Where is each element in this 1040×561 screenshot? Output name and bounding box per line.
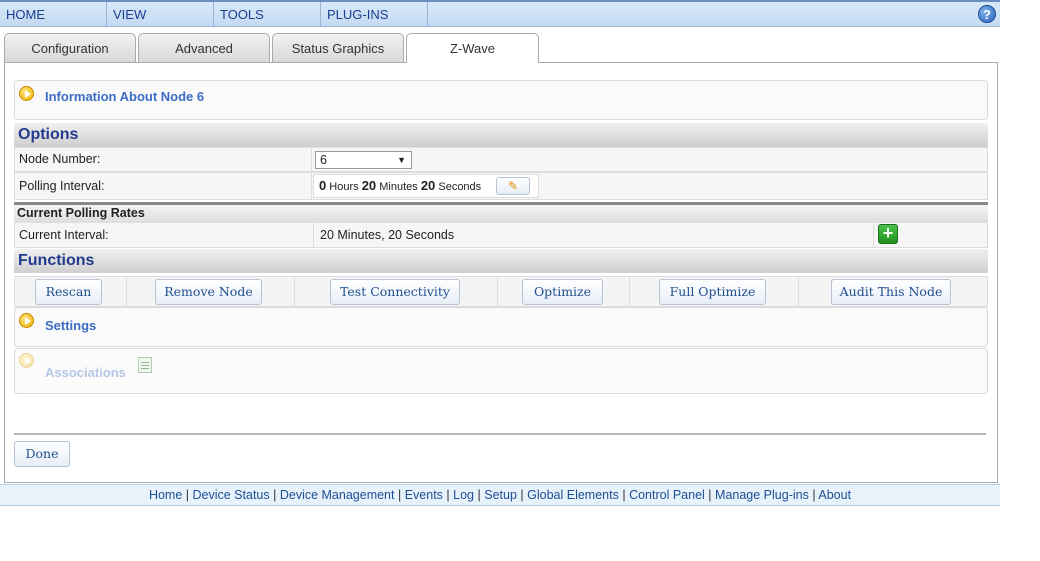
hours-unit: Hours bbox=[329, 181, 359, 193]
polling-interval-label: Polling Interval: bbox=[19, 179, 105, 193]
row-divider bbox=[311, 173, 312, 199]
node-number-label: Node Number: bbox=[19, 152, 101, 166]
current-polling-rates-heading: Current Polling Rates bbox=[14, 205, 988, 222]
tab-advanced[interactable]: Advanced bbox=[138, 33, 270, 62]
optimize-button[interactable]: Optimize bbox=[522, 279, 603, 305]
footer-separator: | bbox=[708, 488, 712, 502]
row-divider bbox=[313, 223, 314, 247]
minutes-value: 20 bbox=[361, 178, 377, 193]
current-interval-row: Current Interval: 20 Minutes, 20 Seconds… bbox=[14, 222, 988, 248]
functions-heading: Functions bbox=[14, 249, 988, 273]
notepad-icon bbox=[138, 357, 152, 373]
node-number-row: Node Number: 6 ▼ bbox=[14, 147, 988, 172]
footer-separator: | bbox=[397, 488, 402, 502]
expand-arrow-icon[interactable] bbox=[19, 86, 34, 101]
row-divider bbox=[126, 277, 127, 306]
footer-divider bbox=[14, 433, 986, 435]
hours-value: 0 bbox=[319, 178, 327, 193]
tab-z-wave[interactable]: Z-Wave bbox=[406, 33, 539, 63]
current-interval-label: Current Interval: bbox=[19, 228, 109, 242]
menu-tools[interactable]: TOOLS bbox=[214, 2, 321, 27]
tab-configuration[interactable]: Configuration bbox=[4, 33, 136, 62]
remove-node-button[interactable]: Remove Node bbox=[155, 279, 262, 305]
footer-link-global-elements[interactable]: Global Elements bbox=[527, 488, 619, 502]
options-heading: Options bbox=[14, 123, 988, 147]
node-number-select[interactable]: 6 ▼ bbox=[315, 151, 412, 169]
footer-separator: | bbox=[273, 488, 277, 502]
test-connectivity-button[interactable]: Test Connectivity bbox=[330, 279, 460, 305]
menu-view[interactable]: VIEW bbox=[107, 2, 214, 27]
dropdown-caret-icon: ▼ bbox=[397, 155, 406, 165]
help-icon[interactable]: ? bbox=[978, 5, 996, 23]
pencil-icon: ✎ bbox=[507, 179, 519, 193]
menu-plug-ins[interactable]: PLUG-INS bbox=[321, 2, 428, 27]
associations-section: Associations bbox=[14, 348, 988, 394]
tab-status-graphics[interactable]: Status Graphics bbox=[272, 33, 404, 62]
associations-section-title: Associations bbox=[45, 365, 126, 380]
seconds-unit: Seconds bbox=[438, 181, 482, 193]
done-button[interactable]: Done bbox=[14, 441, 70, 467]
footer-link-device-status[interactable]: Device Status bbox=[193, 488, 270, 502]
info-section-title[interactable]: Information About Node 6 bbox=[45, 89, 204, 104]
footer-link-manage-plug-ins[interactable]: Manage Plug-ins bbox=[715, 488, 809, 502]
footer-separator: | bbox=[520, 488, 524, 502]
functions-button-row: Rescan Remove Node Test Connectivity Opt… bbox=[14, 276, 988, 307]
top-menu-bar: HOME VIEW TOOLS PLUG-INS ? bbox=[0, 0, 1000, 27]
footer-links: Home | Device Status | Device Management… bbox=[0, 484, 1000, 506]
rescan-button[interactable]: Rescan bbox=[35, 279, 102, 305]
main-content: Information About Node 6 Options Node Nu… bbox=[4, 62, 998, 483]
expand-arrow-icon[interactable] bbox=[19, 313, 34, 328]
footer-separator: | bbox=[622, 488, 626, 502]
menu-home[interactable]: HOME bbox=[0, 2, 107, 27]
current-interval-value: 20 Minutes, 20 Seconds bbox=[320, 228, 455, 242]
footer-link-about[interactable]: About bbox=[818, 488, 851, 502]
full-optimize-button[interactable]: Full Optimize bbox=[659, 279, 766, 305]
node-number-value: 6 bbox=[320, 153, 327, 167]
green-plus-icon[interactable]: + bbox=[878, 224, 898, 244]
footer-separator: | bbox=[812, 488, 816, 502]
info-section[interactable]: Information About Node 6 bbox=[14, 80, 988, 120]
polling-interval-display: 0 Hours 20 Minutes 20 Seconds ✎ bbox=[313, 174, 539, 198]
footer-separator: | bbox=[185, 488, 190, 502]
footer-link-device-management[interactable]: Device Management bbox=[280, 488, 395, 502]
settings-section-title[interactable]: Settings bbox=[45, 318, 96, 333]
audit-this-node-button[interactable]: Audit This Node bbox=[831, 279, 951, 305]
footer-link-events[interactable]: Events bbox=[405, 488, 443, 502]
edit-polling-button[interactable]: ✎ bbox=[496, 177, 530, 195]
footer-link-home[interactable]: Home bbox=[149, 488, 182, 502]
settings-section[interactable]: Settings bbox=[14, 307, 988, 347]
footer-link-log[interactable]: Log bbox=[453, 488, 474, 502]
row-divider bbox=[629, 277, 630, 306]
seconds-value: 20 bbox=[420, 178, 436, 193]
footer-separator: | bbox=[446, 488, 450, 502]
minutes-unit: Minutes bbox=[379, 181, 418, 193]
row-divider bbox=[798, 277, 799, 306]
row-divider bbox=[873, 223, 874, 247]
polling-interval-text: 0 Hours 20 Minutes 20 Seconds bbox=[319, 178, 481, 193]
row-divider bbox=[294, 277, 295, 306]
row-divider bbox=[311, 148, 312, 171]
row-divider bbox=[497, 277, 498, 306]
footer-separator: | bbox=[477, 488, 481, 502]
footer-link-setup[interactable]: Setup bbox=[484, 488, 517, 502]
expand-arrow-icon bbox=[19, 353, 34, 368]
footer-link-control-panel[interactable]: Control Panel bbox=[629, 488, 705, 502]
polling-interval-row: Polling Interval: 0 Hours 20 Minutes 20 … bbox=[14, 172, 988, 200]
